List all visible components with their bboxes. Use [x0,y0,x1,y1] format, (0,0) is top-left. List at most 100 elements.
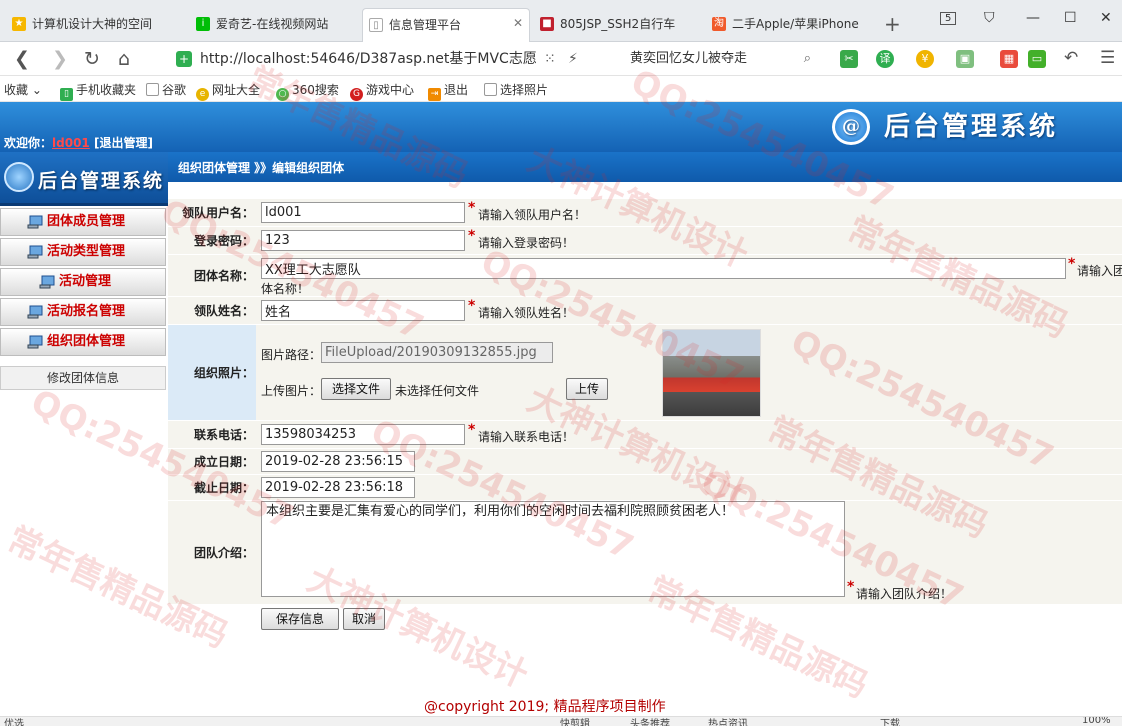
scissors-icon[interactable]: ✂ [840,50,858,68]
cancel-button[interactable]: 取消 [343,608,385,630]
lightning-icon[interactable]: ⚡ [568,51,578,67]
apps-icon[interactable]: ▦ [1000,50,1018,68]
browser-tab-3-active[interactable]: ▯ 信息管理平台 ✕ [362,8,530,42]
row-start-date: 成立日期： [168,448,1122,474]
start-date-input[interactable] [261,451,415,472]
skin-icon[interactable]: ⛉ [984,10,995,26]
phone-input[interactable] [261,424,465,445]
group-photo-thumbnail [662,329,761,417]
leader-username-input[interactable] [261,202,465,223]
search-field[interactable]: 黄奕回忆女儿被夺走 ⌕ [620,47,815,71]
bookmark-exit[interactable]: ⇥ 退出 [428,81,468,101]
password-input[interactable] [261,230,465,251]
taobao-icon: 淘 [712,17,726,31]
coupon-icon[interactable]: ¥ [916,50,934,68]
360-icon: ○ [276,88,289,101]
monitor-icon [27,335,43,349]
bookmark-sites[interactable]: e 网址大全 [196,81,260,101]
image-icon[interactable]: ▣ [956,50,974,68]
intro-hint: 请输入团队介绍！ [856,587,953,601]
bookmark-mobile[interactable]: ▯ 手机收藏夹 [60,81,136,101]
sidebar-subitem-edit-group[interactable]: 修改团体信息 [0,366,166,390]
leader-name-input[interactable] [261,300,465,321]
row-leader-name: 领队姓名： * 请输入领队姓名！ [168,296,1122,324]
sidebar-item-registrations[interactable]: 活动报名管理 [0,298,166,326]
row-group-photo: 组织照片： 图片路径： 上传图片： 选择文件 未选择任何文件 上传 [168,324,1122,420]
admin-header: 欢迎你：ld001 [退出管理] @ 后台管理系统 [0,102,1122,152]
maximize-icon[interactable]: ☐ [1064,10,1077,26]
phone-icon: ▯ [60,88,73,101]
breadcrumb: 组织团体管理 》》编辑组织团体 [178,161,345,175]
status-left: 优选 [4,719,24,726]
grid-icon[interactable]: ⁙ [544,51,556,67]
browser-tab-4[interactable]: ■ 805JSP_SSH2自行车 [534,8,702,42]
close-icon[interactable]: ✕ [513,16,523,30]
upload-label: 上传图片： [261,384,322,398]
new-tab-icon[interactable]: + [884,12,901,36]
upload-button[interactable]: 上传 [566,378,608,400]
star-icon: ★ [12,17,26,31]
exit-icon: ⇥ [428,88,441,101]
group-name-input[interactable] [261,258,1066,279]
header-logo: @ 后台管理系统 [832,108,1058,146]
tab-label: 二手Apple/苹果iPhone [732,17,859,31]
group-name-hint-wrap: 体名称！ [261,282,310,296]
browser-tab-5[interactable]: 淘 二手Apple/苹果iPhone [706,8,874,42]
required-mark: * [468,200,476,216]
browser-tab-2[interactable]: i 爱奇艺-在线视频网站 [190,8,358,42]
sidebar-item-activity-types[interactable]: 活动类型管理 [0,238,166,266]
translate-icon[interactable]: 译 [876,50,894,68]
bookmark-favorites[interactable]: 收藏 ⌄ [4,81,42,98]
security-icon: + [176,51,192,67]
monitor-icon [27,215,43,229]
copyright-text: @copyright 2019; 精品程序项目制作 [424,699,666,715]
forward-icon[interactable]: ❯ [52,48,68,70]
tab-label: 计算机设计大神的空间 [32,17,153,31]
address-toolbar: ❮ ❯ ↻ ⌂ + http://localhost:54646/D387asp… [0,42,1122,76]
document-icon: ▯ [369,18,383,32]
search-icon[interactable]: ⌕ [804,47,811,71]
leader-username-hint: 请输入领队用户名！ [478,208,587,222]
welcome-text: 欢迎你：ld001 [退出管理] [4,136,153,150]
logo-mark-icon: @ [832,109,870,145]
bookmark-games[interactable]: G 游戏中心 [350,81,414,101]
row-password: 登录密码： * 请输入登录密码！ [168,226,1122,254]
back-icon[interactable]: ❮ [14,48,30,70]
window-close-icon[interactable]: ✕ [1100,10,1112,26]
url-field[interactable]: + http://localhost:54646/D387asp.net基于MV… [170,47,590,71]
bookmark-google[interactable]: 谷歌 [146,81,186,98]
choose-file-button[interactable]: 选择文件 [321,378,391,400]
sidebar-item-groups[interactable]: 组织团体管理 [0,328,166,356]
home-icon[interactable]: ⌂ [118,48,130,70]
username-link[interactable]: ld001 [52,136,90,150]
zoom-level[interactable]: 100% [1082,717,1111,726]
status-item[interactable]: 头条推荐 [630,717,670,726]
bookmark-360[interactable]: ○ 360搜索 [276,81,339,101]
status-item[interactable]: 热点资讯 [708,717,748,726]
menu-icon[interactable]: ☰ [1100,48,1115,68]
sidebar-item-activities[interactable]: 活动管理 [0,268,166,296]
undo-icon[interactable]: ↶ [1064,48,1078,68]
logout-link[interactable]: [退出管理] [94,136,153,150]
sidebar-logo: 后台管理系统 [0,152,168,206]
battery-icon[interactable]: ▭ [1028,50,1046,68]
bookmark-photo[interactable]: 选择照片 [484,81,548,98]
header-logo-text: 后台管理系统 [884,112,1059,142]
browser-tab-1[interactable]: ★ 计算机设计大神的空间 [6,8,186,42]
page-icon [146,83,159,96]
save-button[interactable]: 保存信息 [261,608,339,630]
intro-textarea[interactable]: 本组织主要是汇集有爱心的同学们，利用你们的空闲时间去福利院照顾贫困老人！ [261,501,845,597]
reload-icon[interactable]: ↻ [84,48,100,70]
photo-path-input[interactable] [321,342,553,363]
minimize-icon[interactable]: — [1026,10,1040,26]
end-date-input[interactable] [261,477,415,498]
monitor-icon [39,275,55,289]
logo-globe-icon [4,162,34,192]
status-item[interactable]: 下载 [880,717,900,726]
tab-count-badge[interactable]: 5 [940,12,957,25]
sidebar-logo-text: 后台管理系统 [38,170,165,192]
leader-name-hint: 请输入领队姓名！ [478,306,575,320]
sidebar-item-members[interactable]: 团体成员管理 [0,208,166,236]
status-item[interactable]: 快剪辑 [560,717,590,726]
red-square-icon: ■ [540,17,554,31]
